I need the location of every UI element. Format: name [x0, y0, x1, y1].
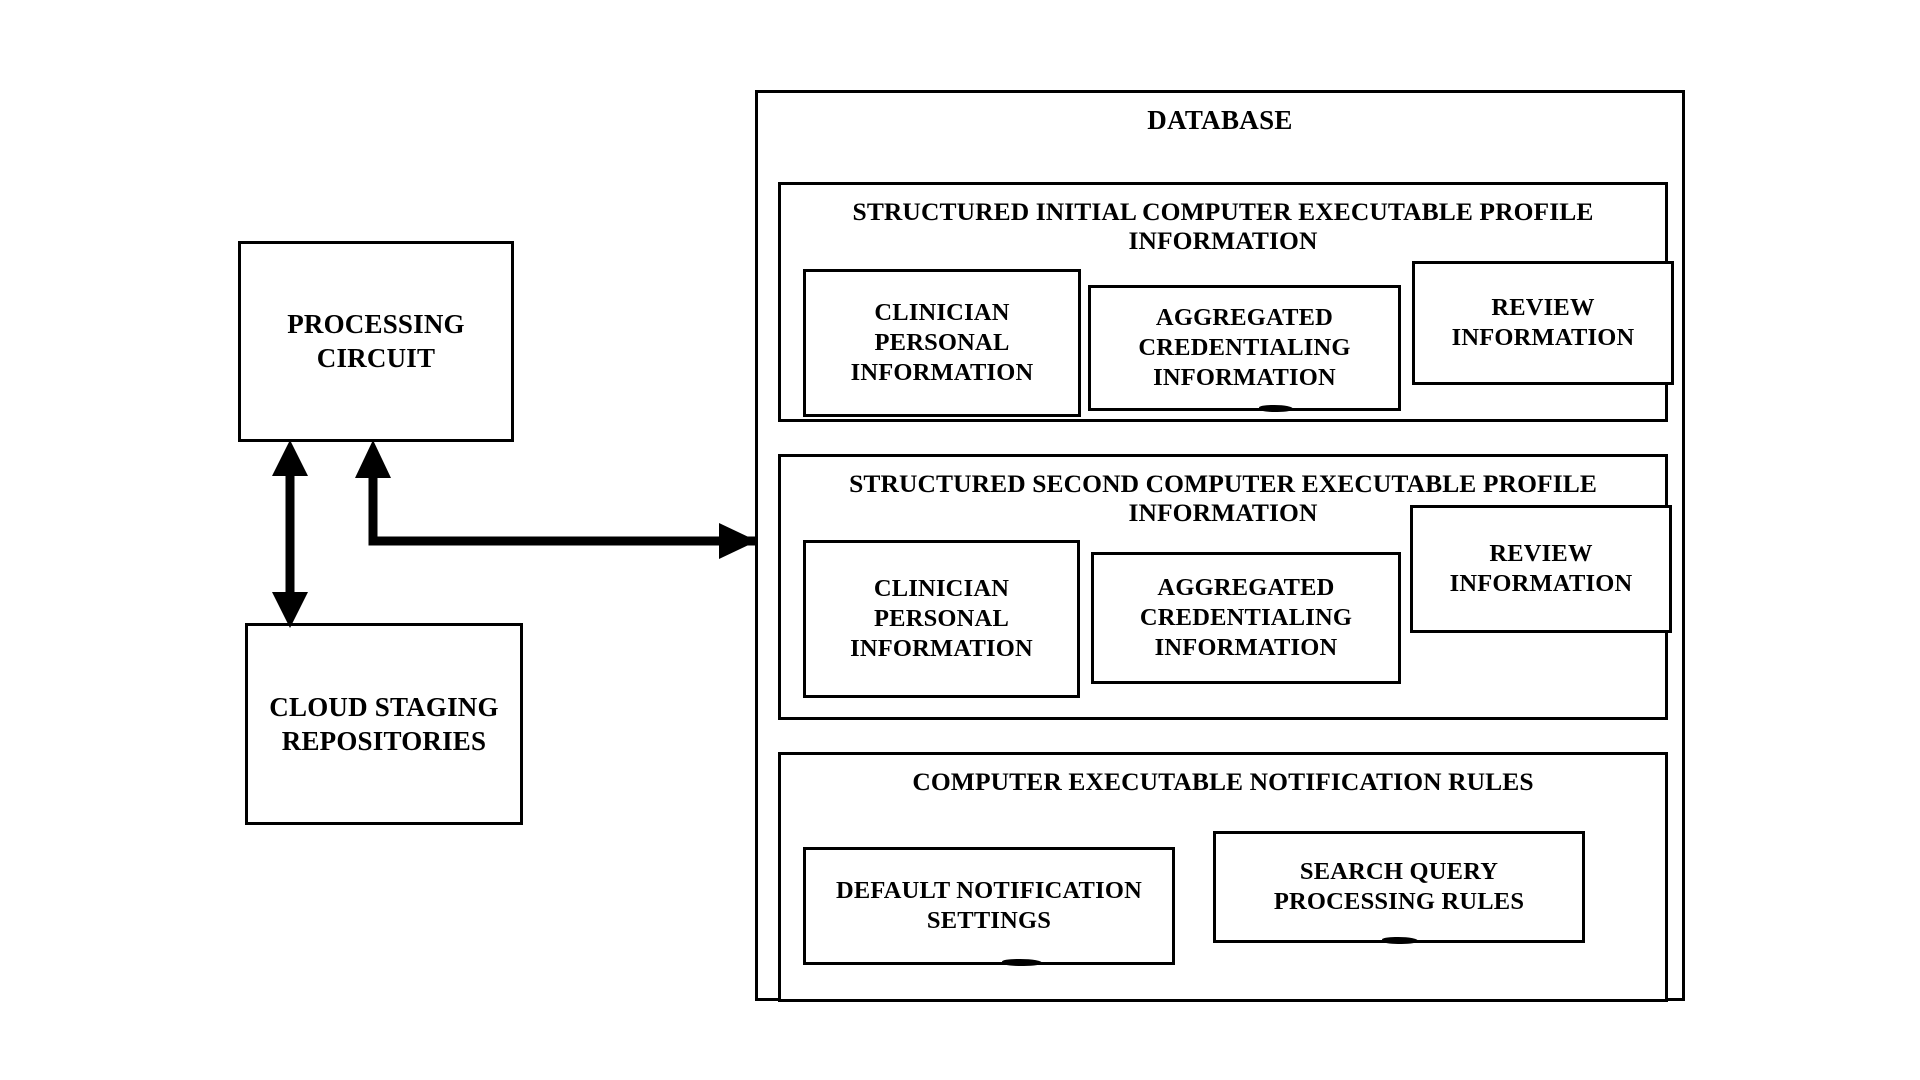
group-computer-executable-notification-rules: COMPUTER EXECUTABLE NOTIFICATION RULES D… [778, 752, 1668, 1002]
second-review-information-box: REVIEW INFORMATION [1410, 505, 1672, 633]
group-notification-rules-title: COMPUTER EXECUTABLE NOTIFICATION RULES [912, 767, 1534, 796]
database-container: DATABASE STRUCTURED INITIAL COMPUTER EXE… [755, 90, 1685, 1002]
initial-clinician-personal-information-box: CLINICIAN PERSONAL INFORMATION [803, 269, 1081, 417]
initial-aggregated-credentialing-information-box: AGGREGATED CREDENTIALING INFORMATION [1088, 285, 1401, 412]
search-query-processing-rules-label: SEARCH QUERY PROCESSING RULES [1273, 858, 1525, 915]
patent-block-diagram: PROCESSING CIRCUIT CLOUD STAGING REPOSIT… [0, 0, 1920, 1080]
group-structured-initial-profile: STRUCTURED INITIAL COMPUTER EXECUTABLE P… [778, 182, 1674, 422]
search-query-processing-rules-box: SEARCH QUERY PROCESSING RULES [1213, 831, 1585, 944]
second-aggregated-credentialing-information-box: AGGREGATED CREDENTIALING INFORMATION [1091, 552, 1401, 684]
second-review-information-label: REVIEW INFORMATION [1449, 540, 1633, 597]
scan-artifact-smudge [1002, 959, 1042, 966]
processing-circuit-box: PROCESSING CIRCUIT [238, 241, 514, 442]
initial-clinician-personal-information-label: CLINICIAN PERSONAL INFORMATION [850, 299, 1034, 386]
arrow-database-to-processing [355, 440, 755, 546]
initial-review-information-label: REVIEW INFORMATION [1451, 294, 1635, 351]
cloud-staging-repositories-box: CLOUD STAGING REPOSITORIES [245, 623, 523, 825]
group-structured-second-profile: STRUCTURED SECOND COMPUTER EXECUTABLE PR… [778, 454, 1672, 720]
scan-artifact-smudge [1382, 937, 1418, 944]
database-title: DATABASE [1147, 105, 1293, 135]
second-clinician-personal-information-box: CLINICIAN PERSONAL INFORMATION [803, 540, 1080, 698]
second-clinician-personal-information-label: CLINICIAN PERSONAL INFORMATION [850, 575, 1033, 662]
arrow-processing-to-cloud [272, 440, 308, 628]
processing-circuit-label: PROCESSING CIRCUIT [287, 308, 465, 373]
initial-review-information-box: REVIEW INFORMATION [1412, 261, 1674, 385]
default-notification-settings-box: DEFAULT NOTIFICATION SETTINGS [803, 847, 1175, 966]
initial-aggregated-credentialing-information-label: AGGREGATED CREDENTIALING INFORMATION [1138, 304, 1351, 391]
second-aggregated-credentialing-information-label: AGGREGATED CREDENTIALING INFORMATION [1139, 574, 1353, 661]
group-structured-initial-profile-title: STRUCTURED INITIAL COMPUTER EXECUTABLE P… [852, 197, 1594, 256]
scan-artifact-smudge [1259, 405, 1293, 412]
default-notification-settings-label: DEFAULT NOTIFICATION SETTINGS [835, 877, 1142, 934]
arrow-processing-to-database [719, 523, 757, 559]
cloud-staging-repositories-label: CLOUD STAGING REPOSITORIES [269, 691, 499, 756]
